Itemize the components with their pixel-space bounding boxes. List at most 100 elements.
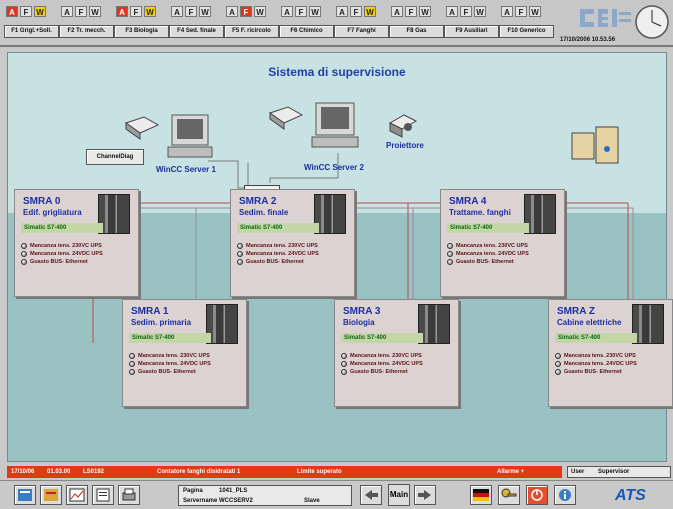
alarm-item: Guasto BUS- Ethernet xyxy=(555,368,667,376)
clock-icon xyxy=(634,2,670,42)
status-state: Limite superato xyxy=(297,469,342,475)
smra-name: SMRA 3 xyxy=(343,306,381,317)
alarm-item: Guasto BUS- Ethernet xyxy=(447,258,559,266)
forward-icon[interactable] xyxy=(414,485,436,505)
afw-indicator: W xyxy=(144,6,156,17)
power-icon[interactable] xyxy=(526,485,548,505)
alarm-text: Mancanza tens. 230VC UPS xyxy=(350,353,422,359)
user-label: User xyxy=(571,469,585,475)
fkey-button-3[interactable]: F3 Biologia xyxy=(114,25,169,38)
server-role: Slave xyxy=(304,498,320,504)
alarm-item: Mancanza tens. 230VC UPS xyxy=(129,352,241,360)
alarm-text: Guasto BUS- Ethernet xyxy=(350,369,408,375)
alarm-text: Guasto BUS- Ethernet xyxy=(456,259,514,265)
alarm-list-icon[interactable] xyxy=(40,485,62,505)
fkey-button-7[interactable]: F7 Fanghi xyxy=(334,25,389,38)
plc-label: Simatic S7-400 xyxy=(555,333,637,343)
status-date: 17/10/06 xyxy=(11,469,35,475)
fkey-group-8: A F W F8 Gas xyxy=(389,6,444,40)
fkey-button-4[interactable]: F4 Sed. finale xyxy=(169,25,224,38)
smra-panel-1[interactable]: SMRA 1 Sedim. primaria Simatic S7-400 Manca… xyxy=(122,299,247,407)
alarm-list: Mancanza tens. 230VC UPS Mancanza tens. 2… xyxy=(237,242,349,266)
back-icon[interactable] xyxy=(360,485,382,505)
alarm-item: Mancanza tens. 24VDC UPS xyxy=(447,250,559,258)
fkey-group-5: A F W F5 F. ricircolo xyxy=(224,6,279,40)
scada-window: A F W F1 Grigl.+Soll. A F W F2 Tr. mecch. A F W F3 … xyxy=(0,0,673,509)
alarm-led-icon xyxy=(447,243,453,249)
status-message: Contatore fanghi disidratati 1 xyxy=(157,469,241,475)
afw-indicator: W xyxy=(309,6,321,17)
info-icon[interactable] xyxy=(554,485,576,505)
projector-label: Proiettore xyxy=(386,141,424,150)
overview-icon[interactable] xyxy=(14,485,36,505)
alarm-text: Guasto BUS- Ethernet xyxy=(246,259,304,265)
alarm-text: Mancanza tens. 230VC UPS xyxy=(30,243,102,249)
alarm-led-icon xyxy=(21,259,27,265)
fkey-group-9: A F W F9 Ausiliari xyxy=(444,6,499,40)
afw-indicator: A xyxy=(171,6,183,17)
user-box[interactable]: User Supervisor xyxy=(567,466,671,478)
fkey-group-2: A F W F2 Tr. mecch. xyxy=(59,6,114,40)
key-icon[interactable] xyxy=(498,485,520,505)
afw-indicator: F xyxy=(460,6,472,17)
afw-indicators: AFW xyxy=(6,6,59,18)
trend-icon[interactable] xyxy=(66,485,88,505)
alarm-led-icon xyxy=(237,243,243,249)
afw-indicators: AFW xyxy=(391,6,444,18)
alarm-text: Mancanza tens. 24VDC UPS xyxy=(30,251,103,257)
report-icon[interactable] xyxy=(92,485,114,505)
afw-indicator: A xyxy=(226,6,238,17)
main-button[interactable]: Main xyxy=(388,484,410,506)
server-2-label: WinCC Server 2 xyxy=(304,163,364,172)
alarm-list: Mancanza tens. 230VC UPS Mancanza tens. 2… xyxy=(555,352,667,376)
smra-panel-2[interactable]: SMRA 2 Sedim. finale Simatic S7-400 Mancanz… xyxy=(230,189,355,297)
afw-indicator: A xyxy=(336,6,348,17)
smra-panel-5[interactable]: SMRA Z Cabine elettriche Simatic S7-400 Man… xyxy=(548,299,673,407)
alarm-text: Mancanza tens. 230VC UPS xyxy=(564,353,636,359)
alarm-led-icon xyxy=(555,353,561,359)
alarm-list: Mancanza tens. 230VC UPS Mancanza tens. 2… xyxy=(341,352,453,376)
afw-indicator: F xyxy=(350,6,362,17)
fkey-group-3: A F W F3 Biologia xyxy=(114,6,169,40)
page-info: Pagina 1041_PLS Servername WCCSERV2 Slav… xyxy=(178,485,352,506)
alarm-text: Guasto BUS- Ethernet xyxy=(138,369,196,375)
supervision-diagram: Sistema di supervisione WinCC Server 1 W… xyxy=(7,52,673,462)
status-type: Allarme + xyxy=(497,469,525,475)
alarm-led-icon xyxy=(447,259,453,265)
fkey-button-1[interactable]: F1 Grigl.+Soll. xyxy=(4,25,59,38)
afw-indicators: AFW xyxy=(226,6,279,18)
fkey-button-2[interactable]: F2 Tr. mecch. xyxy=(59,25,114,38)
fkey-group-6: A F W F6 Chimico xyxy=(279,6,334,40)
alarm-led-icon xyxy=(129,361,135,367)
alarm-text: Mancanza tens. 230VC UPS xyxy=(246,243,318,249)
plc-label: Simatic S7-400 xyxy=(447,223,529,233)
afw-indicator: F xyxy=(130,6,142,17)
alarm-item: Mancanza tens. 230VC UPS xyxy=(447,242,559,250)
fkey-button-8[interactable]: F8 Gas xyxy=(389,25,444,38)
bottom-toolbar: Pagina 1041_PLS Servername WCCSERV2 Slav… xyxy=(0,480,673,509)
afw-indicator: W xyxy=(199,6,211,17)
smra-panel-0[interactable]: SMRA 0 Edif. grigliatura Simatic S7-400 Man… xyxy=(14,189,139,297)
smra-panel-4[interactable]: SMRA 4 Trattame. fanghi Simatic S7-400 Manc… xyxy=(440,189,565,297)
german-flag-icon[interactable] xyxy=(470,485,492,505)
alarm-status-bar[interactable]: 17/10/06 01.03.00 LS0192 Contatore fangh… xyxy=(7,466,562,478)
afw-indicator: F xyxy=(295,6,307,17)
cei-logo xyxy=(578,4,633,34)
fkey-button-10[interactable]: F10 Generico xyxy=(499,25,554,38)
channel-diag-button[interactable]: ChannelDiag xyxy=(86,149,144,165)
user-name: Supervisor xyxy=(598,469,630,475)
alarm-item: Mancanza tens. 230VC UPS xyxy=(237,242,349,250)
alarm-led-icon xyxy=(555,361,561,367)
fkey-button-6[interactable]: F6 Chimico xyxy=(279,25,334,38)
afw-indicator: W xyxy=(364,6,376,17)
fkey-button-5[interactable]: F5 F. ricircolo xyxy=(224,25,279,38)
print-icon[interactable] xyxy=(118,485,140,505)
alarm-led-icon xyxy=(129,369,135,375)
smra-panel-3[interactable]: SMRA 3 Biologia Simatic S7-400 Mancanza ten… xyxy=(334,299,459,407)
fkey-button-9[interactable]: F9 Ausiliari xyxy=(444,25,499,38)
alarm-item: Guasto BUS- Ethernet xyxy=(341,368,453,376)
page-title: Sistema di supervisione xyxy=(268,65,406,79)
server-label: Servername xyxy=(183,498,218,504)
afw-indicator: W xyxy=(254,6,266,17)
afw-indicator: A xyxy=(391,6,403,17)
